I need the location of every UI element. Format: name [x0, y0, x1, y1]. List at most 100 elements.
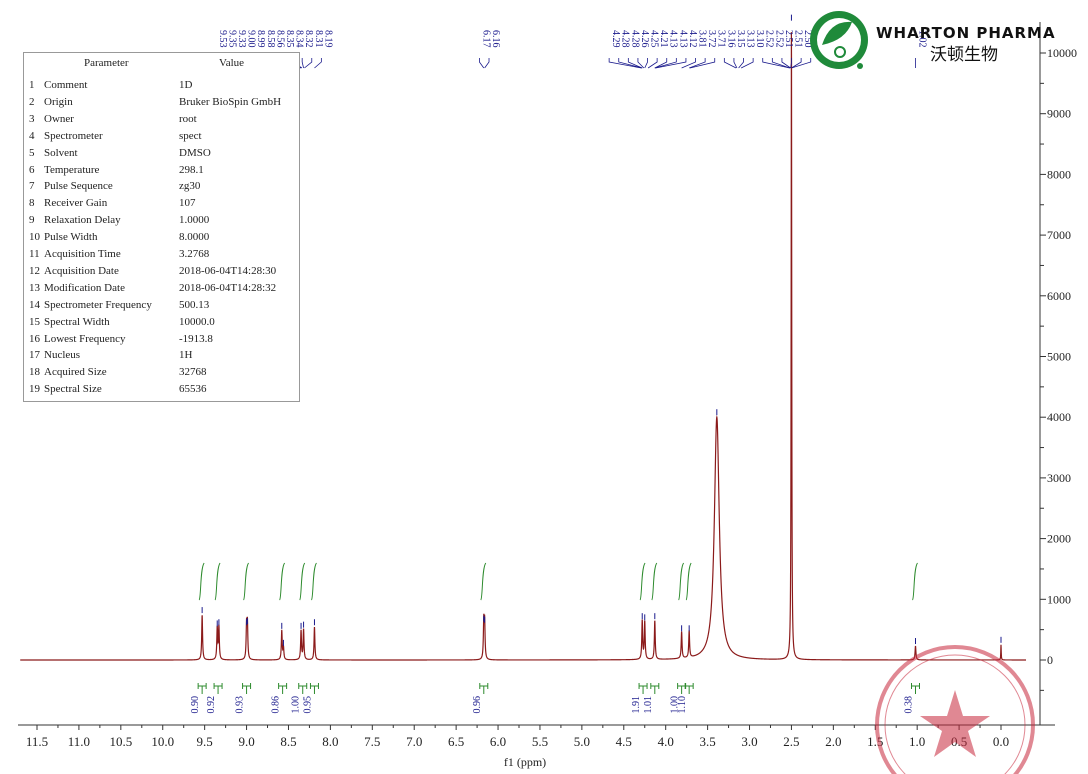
peak-label: 4.28 [629, 30, 640, 48]
y-tick-label: 1000 [1047, 592, 1071, 606]
param-index: 13 [29, 281, 40, 294]
integral-bracket [242, 683, 252, 694]
param-name: Owner [44, 112, 74, 125]
integral-value: 1.10 [677, 696, 688, 714]
peak-label: 6.17 [480, 30, 491, 48]
integral-value: 1.91 [631, 696, 642, 714]
x-tick-label: 3.5 [699, 734, 715, 749]
peak-label: 2.51 [783, 30, 794, 48]
param-index: 6 [29, 163, 35, 176]
value-header: Value [219, 57, 245, 69]
x-tick-label: 9.5 [197, 734, 213, 749]
y-tick-label: 5000 [1047, 350, 1071, 364]
peak-label: 3.15 [735, 30, 746, 48]
parameter-row: 10 Pulse Width 8.0000 [29, 231, 299, 247]
peak-label: 4.29 [610, 30, 621, 48]
param-index: 14 [29, 298, 40, 311]
peak-label-leader [301, 58, 304, 69]
x-tick-label: 8.5 [280, 734, 296, 749]
param-value: DMSO [179, 146, 211, 159]
peak-label: 9.00 [246, 30, 257, 48]
param-index: 5 [29, 146, 35, 159]
y-tick-label: 7000 [1047, 228, 1071, 242]
peak-label: 4.25 [649, 30, 660, 48]
x-tick-label: 2.0 [825, 734, 841, 749]
param-name: Pulse Width [44, 231, 98, 244]
x-tick-label: 3.0 [741, 734, 757, 749]
y-tick-label: 8000 [1047, 167, 1071, 181]
param-name: Acquired Size [44, 366, 107, 379]
integral-bracket [197, 683, 207, 694]
peak-label: 4.21 [658, 30, 669, 48]
peak-label: 2.52 [764, 30, 775, 48]
integral-bracket [638, 683, 648, 694]
x-tick-label: 7.5 [364, 734, 380, 749]
integral-curve [480, 562, 487, 601]
integral-curve [678, 562, 685, 601]
peak-label: 4.13 [668, 30, 679, 48]
y-tick-label: 10000 [1047, 46, 1077, 60]
peak-label: 3.16 [725, 30, 736, 48]
x-tick-label: 8.0 [322, 734, 338, 749]
peak-label: 9.35 [226, 30, 237, 48]
integral-curve [639, 562, 646, 601]
x-tick-label: 5.5 [532, 734, 548, 749]
nmr-spectrum-view: 11.5 11.0 10.5 10.0 9.5 9.0 8.5 8.0 7.5 7.0 6.5 6.0… [0, 0, 1088, 774]
peak-label: 8.19 [322, 30, 333, 48]
parameter-row: 17 Nucleus 1H [29, 349, 299, 365]
peak-label: 8.56 [274, 30, 285, 48]
peak-label: 8.35 [284, 30, 295, 48]
integral-value: 0.38 [903, 696, 914, 714]
y-tick-label: 0 [1047, 653, 1053, 667]
x-tick-label: 7.0 [406, 734, 422, 749]
peak-label: 8.58 [265, 30, 276, 48]
peak-label: 3.71 [716, 30, 727, 48]
peak-label-leader [771, 58, 790, 69]
peak-label-leader [733, 58, 738, 69]
peak-label-leader [304, 58, 313, 69]
param-value: 298.1 [179, 163, 204, 176]
peak-label: 4.12 [687, 30, 698, 48]
parameter-row: 18 Acquired Size 32768 [29, 366, 299, 382]
peak-label: 9.33 [236, 30, 247, 48]
param-name: Solvent [44, 146, 78, 159]
x-tick-label: 4.0 [658, 734, 674, 749]
param-name: Spectrometer [44, 129, 103, 142]
param-name: Modification Date [44, 281, 125, 294]
integral-bracket [213, 683, 223, 694]
x-tick-label: 10.5 [109, 734, 132, 749]
peak-label-leader [484, 58, 490, 69]
param-name: Receiver Gain [44, 197, 108, 210]
peak-label: 2.51 [793, 30, 804, 48]
integral-bracket [650, 683, 660, 694]
peak-label: 8.34 [294, 30, 305, 48]
param-name: Acquisition Date [44, 264, 119, 277]
parameter-row: 4 Spectrometer spect [29, 130, 299, 146]
param-value: 10000.0 [179, 315, 215, 328]
param-index: 4 [29, 129, 35, 142]
param-name: Pulse Sequence [44, 180, 113, 193]
x-axis-label: f1 (ppm) [504, 755, 546, 769]
param-value: root [179, 112, 197, 125]
integral-curve [310, 562, 317, 601]
param-index: 12 [29, 264, 40, 277]
param-index: 19 [29, 383, 40, 396]
parameter-row: 3 Owner root [29, 113, 299, 129]
peak-label: 9.53 [217, 30, 228, 48]
parameter-row: 19 Spectral Size 65536 [29, 383, 299, 399]
peak-label: 8.99 [255, 30, 266, 48]
integral-bracket [910, 683, 920, 694]
integral-curve [912, 562, 918, 601]
parameter-row: 2 Origin Bruker BioSpin GmbH [29, 96, 299, 112]
peak-label: 2.50 [812, 30, 823, 48]
param-value: 2018-06-04T14:28:32 [179, 281, 277, 294]
param-value: 32768 [179, 366, 207, 379]
integral-value: 0.86 [271, 696, 282, 714]
param-value: 1D [179, 79, 193, 91]
param-name: Nucleus [44, 349, 81, 362]
peak-label: 6.16 [490, 30, 501, 48]
parameter-row: 8 Receiver Gain 107 [29, 197, 299, 213]
param-name: Acquisition Time [44, 248, 121, 260]
param-name: Relaxation Delay [44, 214, 121, 227]
peak-label: 4.13 [677, 30, 688, 48]
